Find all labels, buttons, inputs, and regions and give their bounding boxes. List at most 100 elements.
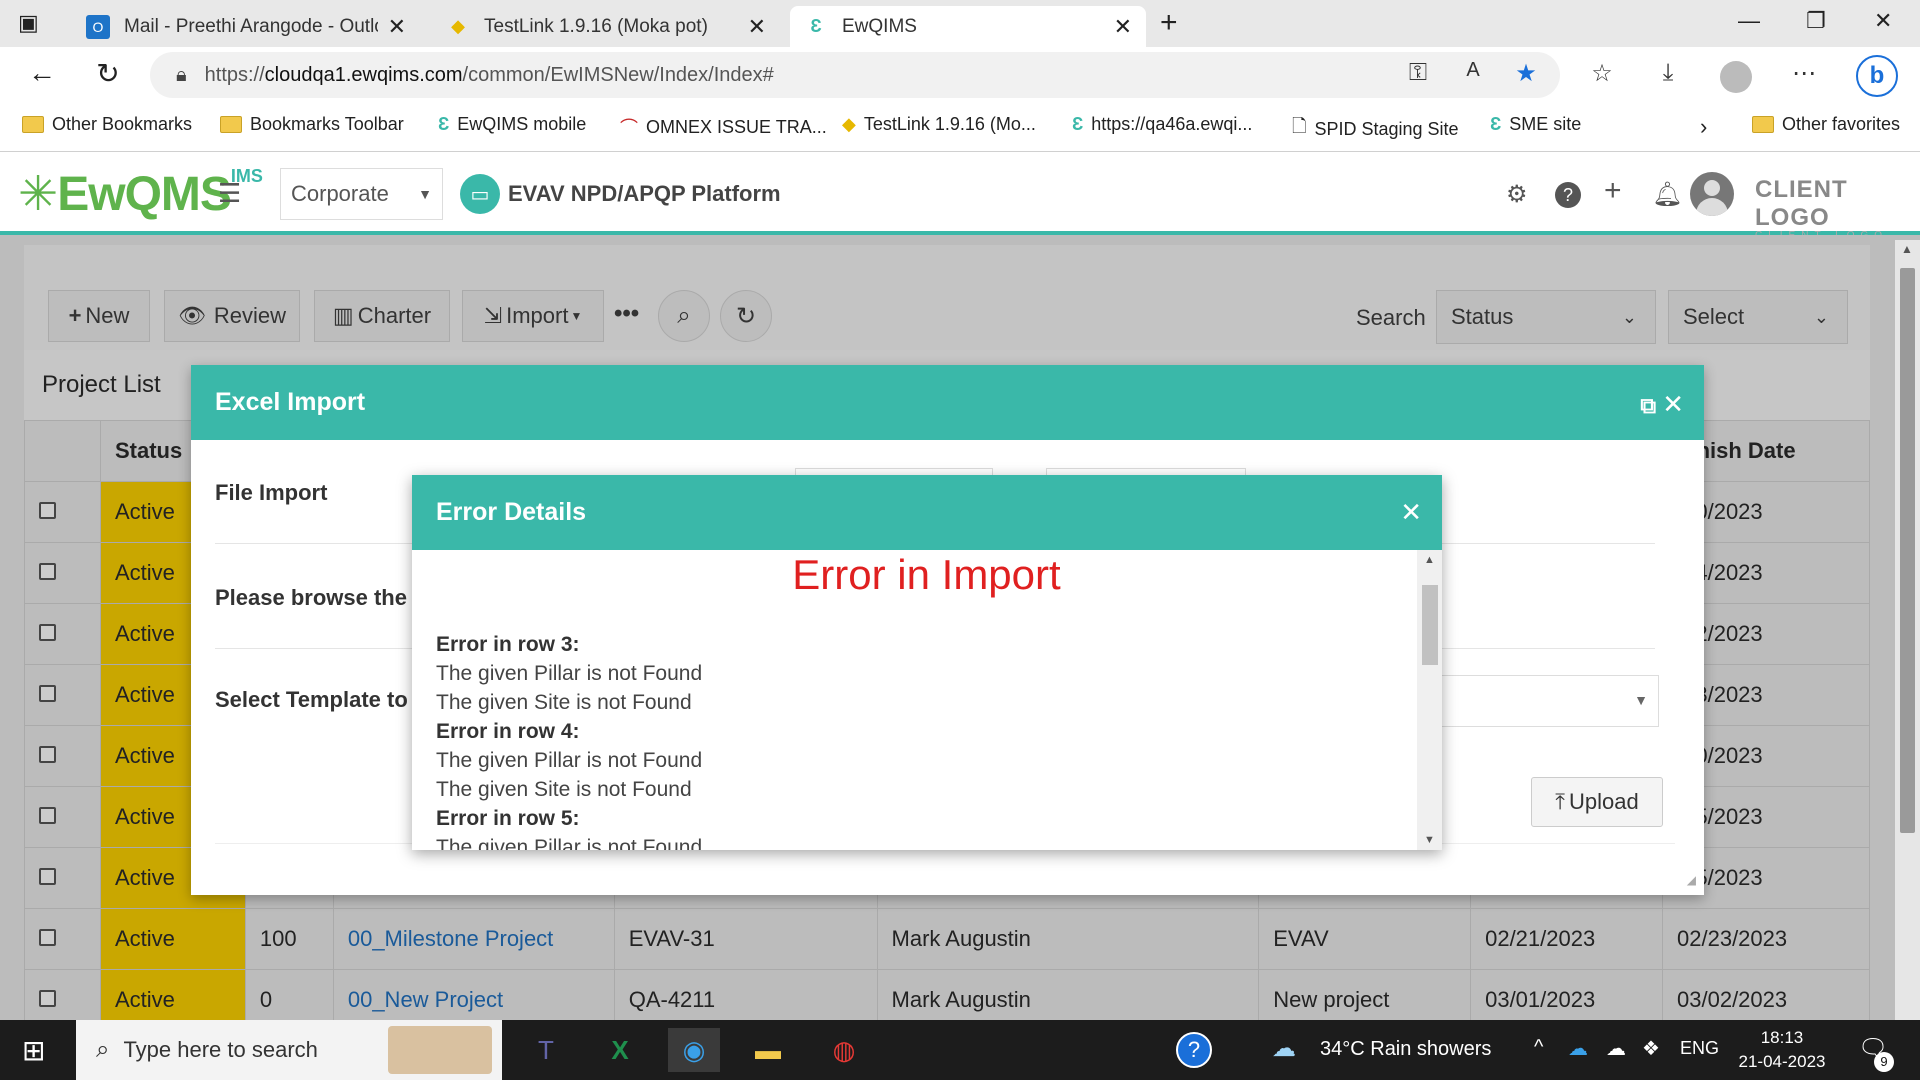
table-row[interactable]: Active 100 00_Milestone Project EVAV-31 Mark… bbox=[24, 908, 1870, 970]
error-scrollbar[interactable]: ▲ ▼ bbox=[1417, 550, 1442, 850]
lock-icon: 🔒︎ bbox=[176, 63, 187, 86]
tab-testlink[interactable]: ◆ TestLink 1.9.16 (Moka pot) ✕ bbox=[432, 6, 780, 47]
chrome-icon[interactable]: ◍ bbox=[818, 1028, 870, 1072]
corporate-label: Corporate bbox=[291, 181, 389, 206]
close-icon[interactable]: ✕ bbox=[1114, 14, 1132, 40]
scrollbar-thumb[interactable] bbox=[1900, 268, 1915, 833]
upload-button[interactable]: ⤒ Upload bbox=[1531, 777, 1663, 827]
row-checkbox[interactable] bbox=[39, 624, 56, 641]
row-select-cell bbox=[24, 603, 101, 665]
more-icon[interactable]: ••• bbox=[614, 300, 639, 328]
close-icon[interactable]: ✕ bbox=[1400, 497, 1422, 528]
hamburger-icon[interactable]: ☰ bbox=[218, 178, 241, 209]
eye-icon: 👁︎ bbox=[177, 303, 206, 328]
bell-icon[interactable]: 🔔︎ bbox=[1652, 180, 1682, 209]
reload-icon[interactable]: ↻ bbox=[88, 57, 128, 90]
more-icon[interactable]: ⋯ bbox=[1786, 59, 1822, 88]
import-button[interactable]: ⇲ Import ▼ bbox=[462, 290, 604, 342]
row-checkbox[interactable] bbox=[39, 563, 56, 580]
language-indicator[interactable]: ENG bbox=[1680, 1038, 1719, 1059]
status-select[interactable]: Status ⌄ bbox=[1436, 290, 1656, 344]
minimize-icon[interactable]: — bbox=[1738, 8, 1760, 34]
scroll-up-icon[interactable]: ▲ bbox=[1424, 554, 1435, 566]
file-explorer-icon[interactable]: ▬ bbox=[742, 1028, 794, 1072]
windows-start-icon[interactable]: ⊞ bbox=[22, 1034, 45, 1067]
project-name-link[interactable]: 00_New Project bbox=[332, 969, 615, 1020]
bookmark-item[interactable]: Ɛ EwQIMS mobile bbox=[438, 114, 586, 135]
tab-outlook[interactable]: O Mail - Preethi Arangode - Outlook ✕ bbox=[72, 6, 420, 47]
help-icon[interactable]: ? bbox=[1176, 1032, 1212, 1068]
plus-icon: + bbox=[68, 303, 82, 328]
bookmark-item[interactable]: ◆ TestLink 1.9.16 (Mo... bbox=[842, 114, 1036, 135]
resize-handle-icon[interactable]: ◢ bbox=[1687, 873, 1696, 887]
teams-icon[interactable]: T bbox=[520, 1028, 572, 1072]
row-checkbox[interactable] bbox=[39, 929, 56, 946]
new-button[interactable]: + New bbox=[48, 290, 150, 342]
weather-text[interactable]: 34°C Rain showers bbox=[1320, 1038, 1491, 1061]
bookmark-item[interactable]: Ɛ SME site bbox=[1490, 114, 1581, 135]
review-button[interactable]: 👁︎ Review bbox=[164, 290, 300, 342]
tab-ewqims[interactable]: Ɛ EwQIMS ✕ bbox=[790, 6, 1146, 47]
bookmark-item[interactable]: Other favorites bbox=[1752, 114, 1900, 135]
tab-title: TestLink 1.9.16 (Moka pot) bbox=[484, 15, 708, 37]
close-icon[interactable]: ✕ bbox=[388, 14, 406, 40]
plus-icon[interactable]: + bbox=[1604, 174, 1622, 208]
cloud-icon[interactable]: ☁ bbox=[1606, 1036, 1626, 1061]
row-checkbox[interactable] bbox=[39, 990, 56, 1007]
bookmark-item[interactable]: 🗋 SPID Staging Site bbox=[1292, 114, 1459, 144]
bookmark-item[interactable]: Bookmarks Toolbar bbox=[220, 114, 404, 135]
search-icon[interactable]: ⌕ bbox=[658, 290, 710, 342]
scroll-up-icon[interactable]: ▲ bbox=[1901, 242, 1913, 256]
chevron-right-icon[interactable]: › bbox=[1700, 114, 1707, 140]
expand-icon[interactable]: ⧉ bbox=[1640, 393, 1656, 418]
profile-icon[interactable] bbox=[1720, 61, 1752, 93]
favorites-icon[interactable]: ☆ bbox=[1584, 59, 1620, 88]
favorite-star-icon[interactable]: ★ bbox=[1508, 59, 1544, 88]
row-checkbox[interactable] bbox=[39, 685, 56, 702]
dropbox-icon[interactable]: ❖ bbox=[1642, 1036, 1660, 1061]
tray-chevron-icon[interactable]: ^ bbox=[1534, 1036, 1543, 1059]
download-icon[interactable]: ⤓ bbox=[1650, 59, 1686, 87]
restore-icon[interactable]: ❐ bbox=[1806, 8, 1826, 34]
back-icon[interactable]: ← bbox=[22, 57, 62, 89]
edge-icon[interactable]: ◉ bbox=[668, 1028, 720, 1072]
bookmark-item[interactable]: Other Bookmarks bbox=[22, 114, 192, 135]
row-checkbox[interactable] bbox=[39, 868, 56, 885]
url-input[interactable]: 🔒︎ https://cloudqa1.ewqims.com/common/Ew… bbox=[150, 52, 1560, 98]
refresh-icon[interactable]: ↻ bbox=[720, 290, 772, 342]
bing-icon[interactable]: b bbox=[1856, 55, 1898, 97]
toolbar: + New 👁︎ Review ▥ Charter ⇲ Import ▼ ••• ⌕ ↻ … bbox=[24, 245, 1870, 350]
error-message: The given Site is not Found bbox=[436, 778, 692, 801]
percent-cell: 100 bbox=[244, 908, 334, 970]
select-dropdown[interactable]: Select ⌄ bbox=[1668, 290, 1848, 344]
window-close-icon[interactable]: ✕ bbox=[1874, 8, 1892, 34]
row-checkbox[interactable] bbox=[39, 807, 56, 824]
upload-label: Upload bbox=[1569, 789, 1639, 814]
scroll-down-icon[interactable]: ▼ bbox=[1424, 834, 1435, 846]
help-icon[interactable]: ? bbox=[1555, 182, 1581, 208]
excel-icon[interactable]: X bbox=[594, 1028, 646, 1072]
avatar[interactable] bbox=[1690, 172, 1734, 216]
read-aloud-icon[interactable]: A bbox=[1455, 59, 1491, 82]
key-icon[interactable]: ⚿ bbox=[1400, 59, 1436, 87]
corporate-select[interactable]: Corporate ▼ bbox=[280, 168, 443, 220]
bookmark-item[interactable]: Ɛhttps://qa46a.ewqi... bbox=[1072, 114, 1252, 135]
bookmark-item[interactable]: ⌒ OMNEX ISSUE TRA... bbox=[620, 114, 827, 140]
charter-button[interactable]: ▥ Charter bbox=[314, 290, 450, 342]
clock[interactable]: 18:13 21-04-2023 bbox=[1736, 1026, 1828, 1074]
row-select-cell bbox=[24, 725, 101, 787]
gear-icon[interactable]: ⚙ bbox=[1506, 180, 1528, 209]
row-checkbox[interactable] bbox=[39, 502, 56, 519]
scrollbar-thumb[interactable] bbox=[1422, 585, 1438, 665]
row-checkbox[interactable] bbox=[39, 746, 56, 763]
new-tab-icon[interactable]: + bbox=[1160, 6, 1178, 40]
page-scrollbar[interactable]: ▲ bbox=[1895, 240, 1920, 1020]
taskbar-search[interactable]: ⌕ Type here to search bbox=[76, 1020, 502, 1080]
onedrive-icon[interactable]: ☁ bbox=[1568, 1036, 1588, 1061]
close-icon[interactable]: ✕ bbox=[1662, 389, 1684, 419]
close-icon[interactable]: ✕ bbox=[748, 14, 766, 40]
table-row[interactable]: Active 0 00_New Project QA-4211 Mark Augusti… bbox=[24, 969, 1870, 1020]
tab-actions-icon[interactable]: ▣ bbox=[18, 10, 39, 36]
project-name-link[interactable]: 00_Milestone Project bbox=[332, 908, 615, 970]
platform-title: ▭ EVAV NPD/APQP Platform bbox=[460, 174, 781, 214]
